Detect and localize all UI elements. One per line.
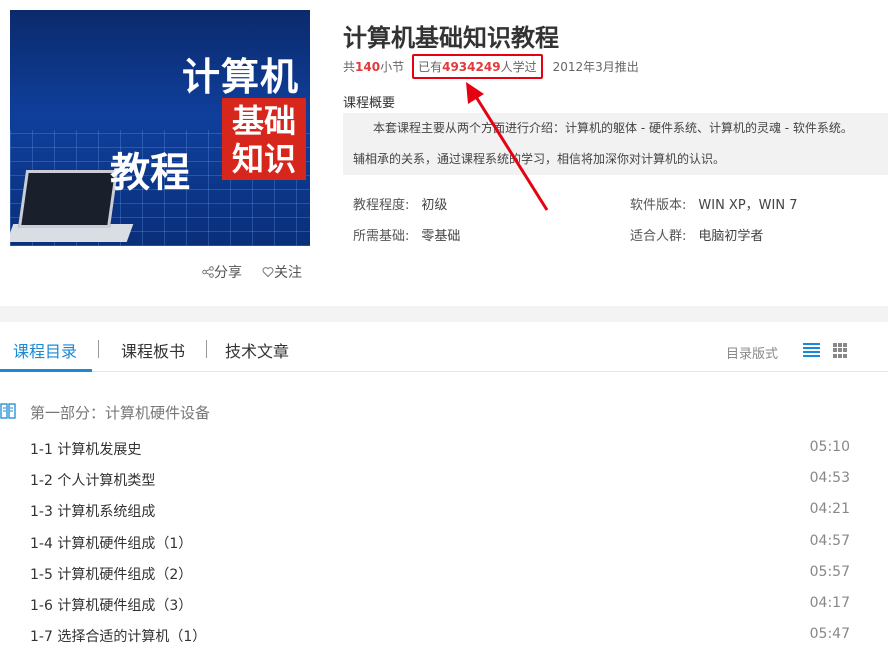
overview-line-1: 本套课程主要从两个方面进行介绍：计算机的躯体 - 硬件系统、计算机的灵魂 - 软… (373, 121, 853, 135)
follow-label: 关注 (274, 265, 302, 281)
section-title: 第一部分：计算机硬件设备 (30, 404, 211, 422)
heart-icon (262, 267, 274, 278)
lesson-title: 1-1 计算机发展史 (30, 442, 142, 458)
grid-view-icon[interactable] (833, 343, 848, 358)
lesson-title: 1-2 个人计算机类型 (30, 473, 156, 489)
tab-board-notes[interactable]: 课程板书 (121, 338, 185, 362)
lesson-duration: 05:57 (809, 564, 850, 580)
release-date: 2012年3月推出 (552, 60, 639, 74)
section-divider (0, 306, 888, 322)
lesson-title: 1-3 计算机系统组成 (30, 504, 156, 520)
follow-button[interactable]: 关注 (262, 262, 302, 282)
cover-actions: 分享 关注 (202, 262, 302, 282)
overview-box: 本套课程主要从两个方面进行介绍：计算机的躯体 - 硬件系统、计算机的灵魂 - 软… (343, 113, 888, 175)
cover-red-badge: 基础 知识 (222, 98, 306, 180)
list-view-icon[interactable] (803, 343, 820, 357)
cover-text-line1: 计算机 (182, 55, 300, 99)
view-mode-label: 目录版式 (726, 347, 779, 362)
software-value: WIN XP，WIN 7 (698, 198, 798, 213)
lesson-item[interactable]: 1-6 计算机硬件组成（3） 04:17 (30, 595, 850, 619)
lesson-duration: 04:17 (809, 595, 850, 611)
learners-count-highlight: 已有4934249人学过 (412, 54, 543, 79)
lesson-item[interactable]: 1-1 计算机发展史 05:10 (30, 439, 850, 463)
info-software: 软件版本: WIN XP，WIN 7 (630, 194, 798, 213)
lesson-duration: 04:57 (809, 533, 850, 549)
lesson-duration: 05:10 (809, 439, 850, 455)
lesson-title: 1-4 计算机硬件组成（1） (30, 536, 193, 552)
book-icon (0, 403, 16, 419)
lesson-duration: 05:47 (809, 626, 850, 642)
audience-value: 电脑初学者 (698, 229, 764, 244)
lesson-title: 1-5 计算机硬件组成（2） (30, 567, 193, 583)
audience-label: 适合人群: (630, 229, 687, 244)
active-tab-indicator (0, 369, 92, 372)
tab-catalog[interactable]: 课程目录 (13, 338, 77, 362)
lesson-item[interactable]: 1-4 计算机硬件组成（1） 04:57 (30, 533, 850, 557)
sections-suffix: 小节 (380, 60, 405, 74)
tab-separator (206, 340, 207, 358)
lesson-item[interactable]: 1-5 计算机硬件组成（2） 05:57 (30, 564, 850, 588)
software-label: 软件版本: (630, 198, 687, 213)
learners-count: 4934249 (442, 60, 501, 74)
lesson-title: 1-6 计算机硬件组成（3） (30, 598, 193, 614)
overview-label: 课程概要 (343, 96, 396, 111)
sections-count: 140 (355, 59, 381, 74)
sections-prefix: 共 (343, 60, 356, 74)
lesson-title: 1-7 选择合适的计算机（1） (30, 629, 207, 645)
course-tabs: 课程目录 课程板书 技术文章 目录版式 (0, 322, 888, 372)
cover-badge-line1: 基础 (231, 102, 296, 140)
overview-line-2: 辅相承的关系，通过课程系统的学习，相信将加深你对计算机的认识。 (353, 152, 726, 166)
cover-text-line2: 教程 (110, 150, 190, 196)
course-cover-image: 计算机 基础 知识 教程 (10, 10, 310, 246)
learners-prefix: 已有 (418, 60, 443, 74)
level-value: 初级 (421, 198, 448, 213)
tab-separator (98, 340, 99, 358)
learners-suffix: 人学过 (500, 60, 537, 74)
cover-laptop-illustration (17, 170, 119, 228)
cover-badge-line2: 知识 (231, 140, 296, 178)
lesson-item[interactable]: 1-3 计算机系统组成 04:21 (30, 501, 850, 525)
info-level: 教程程度: 初级 (353, 194, 447, 213)
info-audience: 适合人群: 电脑初学者 (630, 225, 763, 244)
info-prereq: 所需基础: 零基础 (353, 225, 460, 244)
share-icon (202, 266, 214, 278)
prereq-value: 零基础 (421, 229, 461, 244)
level-label: 教程程度: (353, 198, 410, 213)
lesson-duration: 04:21 (809, 501, 850, 517)
course-meta: 共 140 小节 已有4934249人学过 2012年3月推出 (343, 54, 639, 79)
course-title: 计算机基础知识教程 (343, 24, 559, 52)
lesson-item[interactable]: 1-2 个人计算机类型 04:53 (30, 470, 850, 494)
tab-articles[interactable]: 技术文章 (225, 338, 289, 362)
share-button[interactable]: 分享 (202, 262, 242, 282)
prereq-label: 所需基础: (353, 229, 410, 244)
share-label: 分享 (214, 265, 242, 281)
lesson-item[interactable]: 1-7 选择合适的计算机（1） 05:47 (30, 626, 850, 649)
lesson-duration: 04:53 (809, 470, 850, 486)
